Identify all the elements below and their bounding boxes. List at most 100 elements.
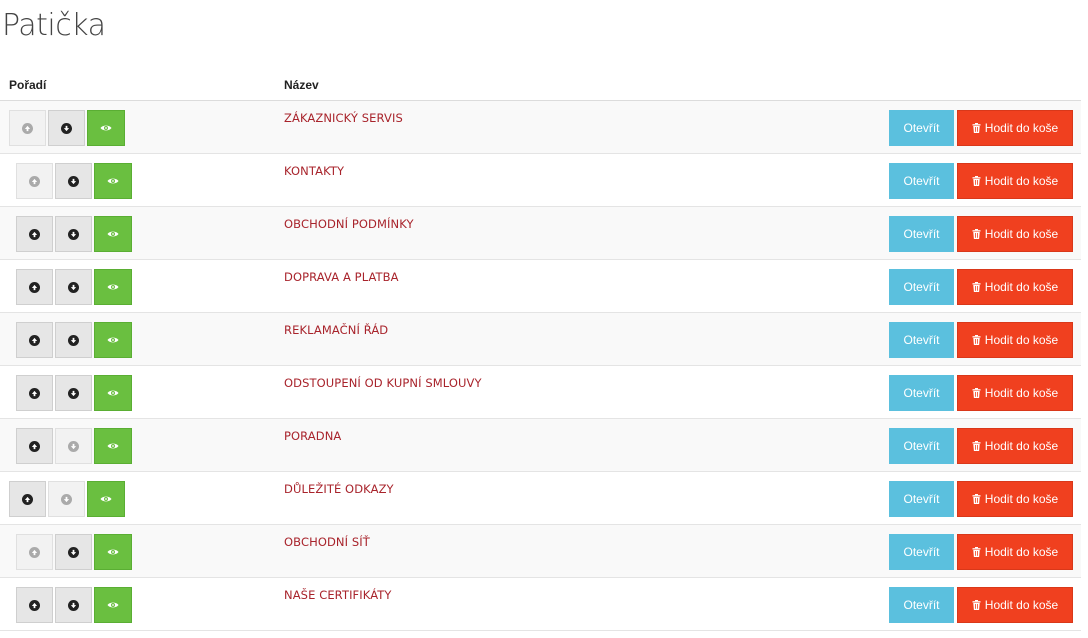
arrow-down-circle-icon xyxy=(68,175,79,187)
item-name-link[interactable]: KONTAKTY xyxy=(284,164,344,178)
arrow-up-circle-icon xyxy=(29,175,40,187)
move-to-trash-button[interactable]: Hodit do koše xyxy=(957,110,1073,146)
column-header-name: Název xyxy=(284,78,319,92)
move-up-button[interactable] xyxy=(9,110,46,146)
visibility-toggle-button[interactable] xyxy=(94,322,132,358)
visibility-toggle-button[interactable] xyxy=(94,428,132,464)
item-name-link[interactable]: ODSTOUPENÍ OD KUPNÍ SMLOUVY xyxy=(284,376,482,390)
eye-icon xyxy=(107,384,119,402)
trash-icon xyxy=(972,229,981,239)
move-to-trash-button[interactable]: Hodit do koše xyxy=(957,269,1073,305)
move-to-trash-label: Hodit do koše xyxy=(984,333,1059,347)
item-name-link[interactable]: DŮLEŽITÉ ODKAZY xyxy=(284,482,394,496)
move-down-button[interactable] xyxy=(48,481,85,517)
column-header-order: Pořadí xyxy=(9,78,47,92)
eye-icon xyxy=(107,437,119,455)
eye-icon xyxy=(107,172,119,190)
move-up-button[interactable] xyxy=(9,481,46,517)
arrow-down-circle-icon xyxy=(68,440,79,452)
open-button[interactable]: Otevřít xyxy=(889,481,954,517)
move-to-trash-button[interactable]: Hodit do koše xyxy=(957,481,1073,517)
eye-icon xyxy=(100,119,112,137)
trash-icon xyxy=(972,282,981,292)
move-up-button[interactable] xyxy=(16,216,53,252)
item-name-link[interactable]: PORADNA xyxy=(284,429,341,443)
order-controls xyxy=(16,163,132,199)
move-down-button[interactable] xyxy=(55,216,92,252)
open-button[interactable]: Otevřít xyxy=(889,110,954,146)
eye-icon xyxy=(107,596,119,614)
move-to-trash-label: Hodit do koše xyxy=(984,545,1059,559)
footer-items-table: ZÁKAZNICKÝ SERVIS Otevřít Hodit do koše xyxy=(0,101,1081,631)
eye-icon xyxy=(107,278,119,296)
arrow-down-circle-icon xyxy=(61,122,72,134)
arrow-down-circle-icon xyxy=(68,228,79,240)
item-name-link[interactable]: REKLAMAČNÍ ŘÁD xyxy=(284,323,388,337)
visibility-toggle-button[interactable] xyxy=(94,534,132,570)
order-controls xyxy=(16,587,132,623)
open-button[interactable]: Otevřít xyxy=(889,322,954,358)
move-down-button[interactable] xyxy=(55,375,92,411)
move-up-button[interactable] xyxy=(16,534,53,570)
eye-icon xyxy=(107,543,119,561)
open-button[interactable]: Otevřít xyxy=(889,428,954,464)
arrow-down-circle-icon xyxy=(68,599,79,611)
table-row: OBCHODNÍ SÍŤ Otevřít Hodit do koše xyxy=(0,525,1081,578)
table-row: REKLAMAČNÍ ŘÁD Otevřít Hodit do koše xyxy=(0,313,1081,366)
visibility-toggle-button[interactable] xyxy=(94,375,132,411)
move-down-button[interactable] xyxy=(55,163,92,199)
move-down-button[interactable] xyxy=(55,322,92,358)
move-to-trash-label: Hodit do koše xyxy=(984,439,1059,453)
move-down-button[interactable] xyxy=(55,587,92,623)
move-up-button[interactable] xyxy=(16,587,53,623)
table-row: PORADNA Otevřít Hodit do koše xyxy=(0,419,1081,472)
move-down-button[interactable] xyxy=(55,269,92,305)
move-to-trash-button[interactable]: Hodit do koše xyxy=(957,534,1073,570)
eye-icon xyxy=(107,331,119,349)
move-up-button[interactable] xyxy=(16,269,53,305)
visibility-toggle-button[interactable] xyxy=(94,216,132,252)
open-button[interactable]: Otevřít xyxy=(889,163,954,199)
visibility-toggle-button[interactable] xyxy=(94,269,132,305)
table-row: DOPRAVA A PLATBA Otevřít Hodit do koše xyxy=(0,260,1081,313)
move-down-button[interactable] xyxy=(55,534,92,570)
open-button[interactable]: Otevřít xyxy=(889,269,954,305)
move-to-trash-button[interactable]: Hodit do koše xyxy=(957,216,1073,252)
open-button[interactable]: Otevřít xyxy=(889,216,954,252)
visibility-toggle-button[interactable] xyxy=(87,481,125,517)
move-to-trash-label: Hodit do koše xyxy=(984,174,1059,188)
visibility-toggle-button[interactable] xyxy=(94,163,132,199)
visibility-toggle-button[interactable] xyxy=(87,110,125,146)
arrow-down-circle-icon xyxy=(68,281,79,293)
move-down-button[interactable] xyxy=(48,110,85,146)
arrow-up-circle-icon xyxy=(22,122,33,134)
trash-icon xyxy=(972,123,981,133)
open-button[interactable]: Otevřít xyxy=(889,534,954,570)
arrow-up-circle-icon xyxy=(29,334,40,346)
move-to-trash-button[interactable]: Hodit do koše xyxy=(957,587,1073,623)
move-to-trash-label: Hodit do koše xyxy=(984,280,1059,294)
open-button[interactable]: Otevřít xyxy=(889,375,954,411)
table-header: Pořadí Název xyxy=(0,70,1081,102)
move-to-trash-button[interactable]: Hodit do koše xyxy=(957,322,1073,358)
item-name-link[interactable]: NAŠE CERTIFIKÁTY xyxy=(284,588,392,602)
move-to-trash-button[interactable]: Hodit do koše xyxy=(957,375,1073,411)
move-to-trash-button[interactable]: Hodit do koše xyxy=(957,163,1073,199)
move-up-button[interactable] xyxy=(16,428,53,464)
arrow-up-circle-icon xyxy=(29,546,40,558)
move-to-trash-button[interactable]: Hodit do koše xyxy=(957,428,1073,464)
item-name-link[interactable]: ZÁKAZNICKÝ SERVIS xyxy=(284,111,403,125)
item-name-link[interactable]: OBCHODNÍ SÍŤ xyxy=(284,535,370,549)
move-up-button[interactable] xyxy=(16,322,53,358)
table-row: ZÁKAZNICKÝ SERVIS Otevřít Hodit do koše xyxy=(0,101,1081,154)
arrow-up-circle-icon xyxy=(29,228,40,240)
visibility-toggle-button[interactable] xyxy=(94,587,132,623)
item-name-link[interactable]: DOPRAVA A PLATBA xyxy=(284,270,399,284)
move-up-button[interactable] xyxy=(16,163,53,199)
open-button[interactable]: Otevřít xyxy=(889,587,954,623)
order-controls xyxy=(16,269,132,305)
move-up-button[interactable] xyxy=(16,375,53,411)
move-down-button[interactable] xyxy=(55,428,92,464)
table-row: DŮLEŽITÉ ODKAZY Otevřít Hodit do koše xyxy=(0,472,1081,525)
item-name-link[interactable]: OBCHODNÍ PODMÍNKY xyxy=(284,217,414,231)
